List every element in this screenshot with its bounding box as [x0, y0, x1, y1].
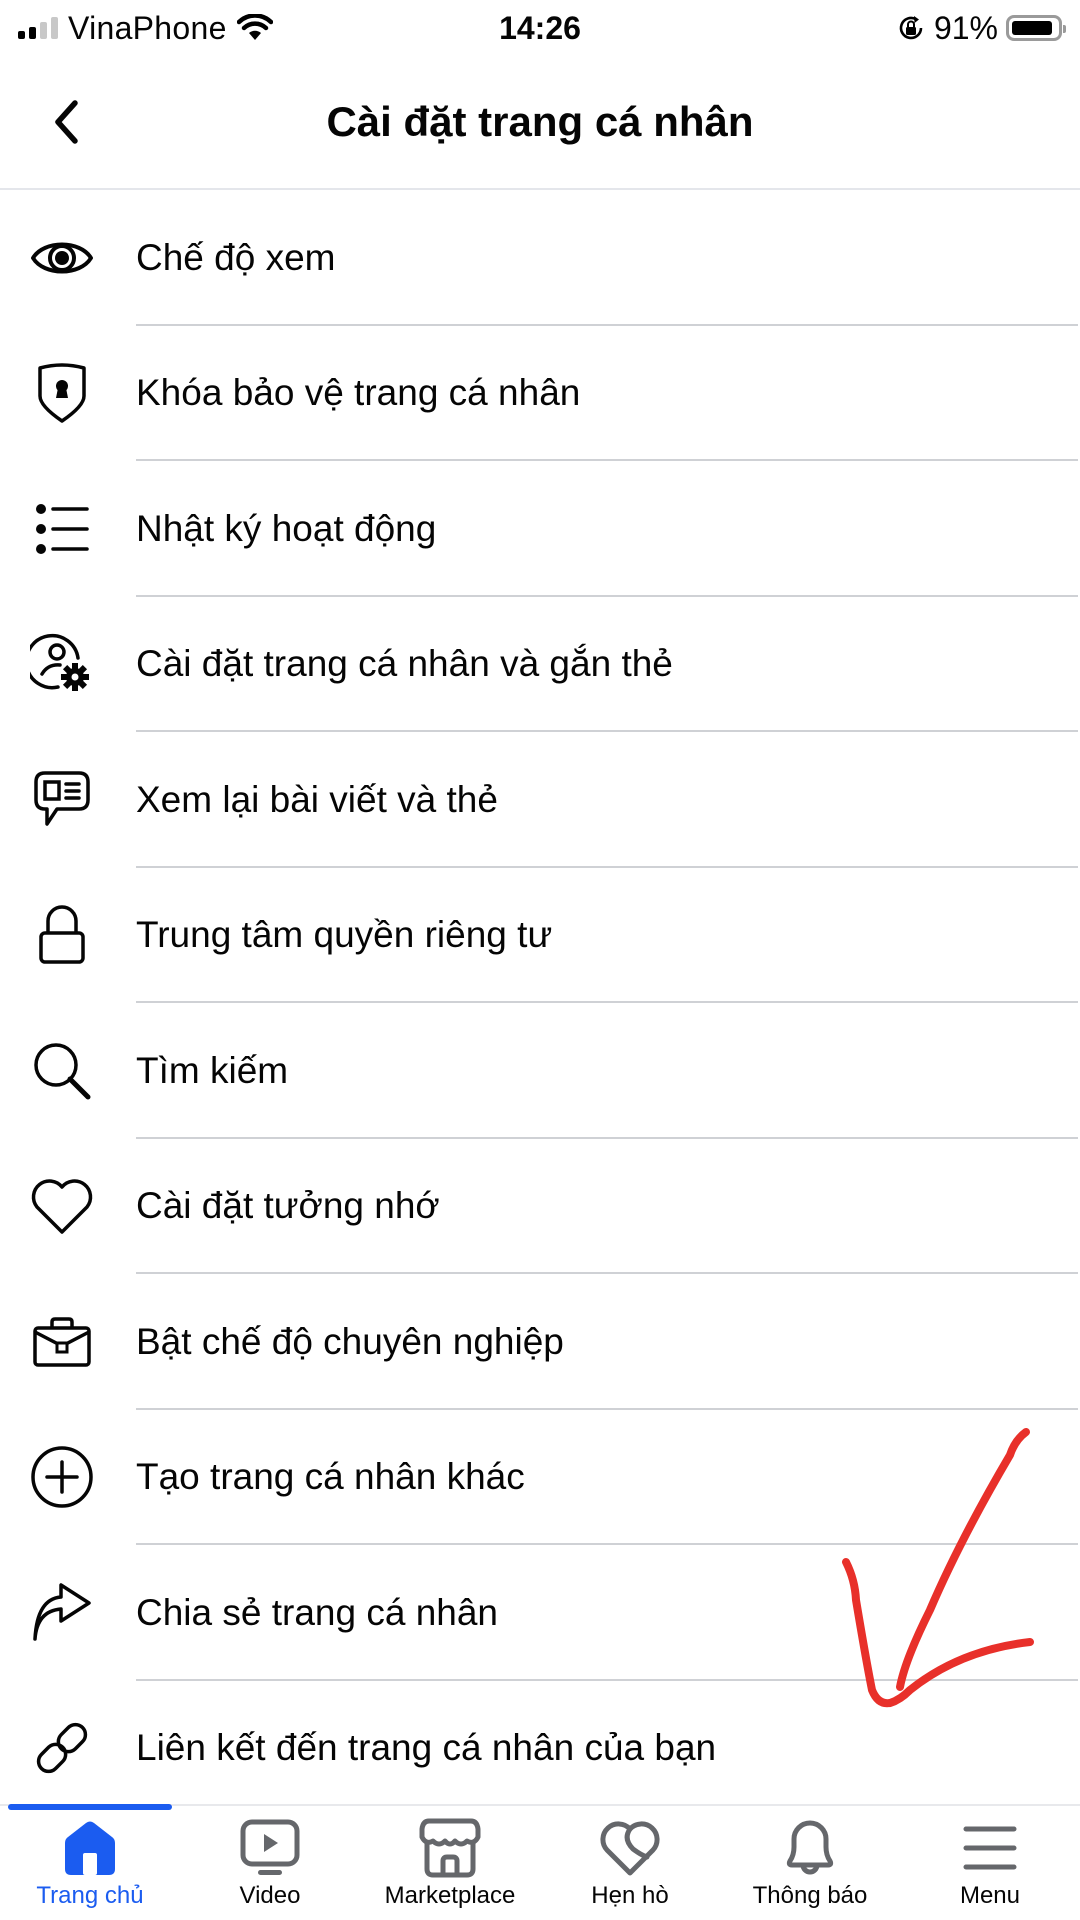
- tab-video[interactable]: Video: [180, 1806, 360, 1920]
- menu-item-create-another-profile[interactable]: Tạo trang cá nhân khác: [0, 1410, 1080, 1545]
- settings-menu-list: Chế độ xem Khóa bảo vệ trang cá nhân Nhậ…: [0, 190, 1080, 1816]
- tab-home[interactable]: Trang chủ: [0, 1806, 180, 1920]
- heart-icon: [28, 1172, 96, 1240]
- page-header: Cài đặt trang cá nhân: [0, 56, 1080, 190]
- share-arrow-icon: [28, 1579, 96, 1647]
- rotation-lock-icon: [899, 16, 923, 40]
- tab-notifications[interactable]: Thông báo: [720, 1806, 900, 1920]
- menu-item-label: Chia sẻ trang cá nhân: [136, 1591, 499, 1633]
- menu-item-profile-lock[interactable]: Khóa bảo vệ trang cá nhân: [0, 326, 1080, 461]
- message-card-icon: [28, 766, 96, 834]
- status-bar-right: 91%: [896, 8, 1066, 48]
- menu-item-search[interactable]: Tìm kiếm: [0, 1003, 1080, 1139]
- menu-item-share-profile[interactable]: Chia sẻ trang cá nhân: [0, 1545, 1080, 1681]
- menu-item-label: Trung tâm quyền riêng tư: [136, 914, 553, 956]
- menu-item-label: Xem lại bài viết và thẻ: [136, 778, 498, 820]
- plus-circle-icon: [28, 1443, 96, 1511]
- menu-item-memorialization-settings[interactable]: Cài đặt tưởng nhớ: [0, 1139, 1080, 1274]
- status-bar: VinaPhone 14:26 91%: [0, 0, 1080, 56]
- menu-item-label: Bật chế độ chuyên nghiệp: [136, 1320, 564, 1362]
- menu-item-label: Nhật ký hoạt động: [136, 507, 437, 549]
- menu-item-profile-tagging-settings[interactable]: Cài đặt trang cá nhân và gắn thẻ: [0, 597, 1080, 732]
- page-title: Cài đặt trang cá nhân: [326, 98, 754, 145]
- search-icon: [28, 1037, 96, 1105]
- bottom-tab-bar: Trang chủ Video Marketplace Hẹn hò Thông…: [0, 1804, 1080, 1920]
- tab-menu[interactable]: Menu: [900, 1806, 1080, 1920]
- list-icon: [28, 495, 96, 563]
- tab-label: Thông báo: [752, 1882, 868, 1909]
- eye-icon: [28, 224, 96, 292]
- menu-item-activity-log[interactable]: Nhật ký hoạt động: [0, 461, 1080, 597]
- menu-item-label: Tìm kiếm: [136, 1049, 289, 1091]
- user-gear-icon: [28, 630, 96, 698]
- tab-label: Marketplace: [384, 1882, 516, 1909]
- menu-item-view-as[interactable]: Chế độ xem: [0, 190, 1080, 326]
- link-icon: [28, 1714, 96, 1782]
- menu-icon: [958, 1818, 1022, 1878]
- tab-label: Hẹn hò: [591, 1882, 669, 1909]
- tab-label: Trang chủ: [36, 1882, 144, 1909]
- tab-label: Video: [239, 1882, 301, 1909]
- menu-item-privacy-center[interactable]: Trung tâm quyền riêng tư: [0, 868, 1080, 1003]
- tab-marketplace[interactable]: Marketplace: [360, 1806, 540, 1920]
- video-icon: [238, 1818, 302, 1878]
- home-icon: [58, 1818, 122, 1878]
- menu-item-profile-link[interactable]: Liên kết đến trang cá nhân của bạn: [0, 1681, 1080, 1817]
- menu-item-review-posts-tags[interactable]: Xem lại bài viết và thẻ: [0, 732, 1080, 868]
- briefcase-icon: [28, 1308, 96, 1376]
- battery-icon: [1006, 15, 1066, 41]
- menu-item-professional-mode[interactable]: Bật chế độ chuyên nghiệp: [0, 1274, 1080, 1410]
- tab-dating[interactable]: Hẹn hò: [540, 1806, 720, 1920]
- menu-item-label: Liên kết đến trang cá nhân của bạn: [136, 1727, 717, 1769]
- marketplace-icon: [418, 1818, 482, 1878]
- shield-lock-icon: [28, 359, 96, 427]
- menu-item-label: Cài đặt tưởng nhớ: [136, 1185, 440, 1227]
- dating-heart-icon: [598, 1818, 662, 1878]
- menu-item-label: Cài đặt trang cá nhân và gắn thẻ: [136, 643, 673, 685]
- tab-label: Menu: [959, 1882, 1021, 1909]
- bell-icon: [778, 1818, 842, 1878]
- menu-item-label: Tạo trang cá nhân khác: [136, 1456, 525, 1498]
- menu-item-label: Chế độ xem: [136, 236, 336, 278]
- menu-item-label: Khóa bảo vệ trang cá nhân: [136, 372, 581, 414]
- battery-percent: 91%: [933, 9, 998, 46]
- lock-icon: [28, 901, 96, 969]
